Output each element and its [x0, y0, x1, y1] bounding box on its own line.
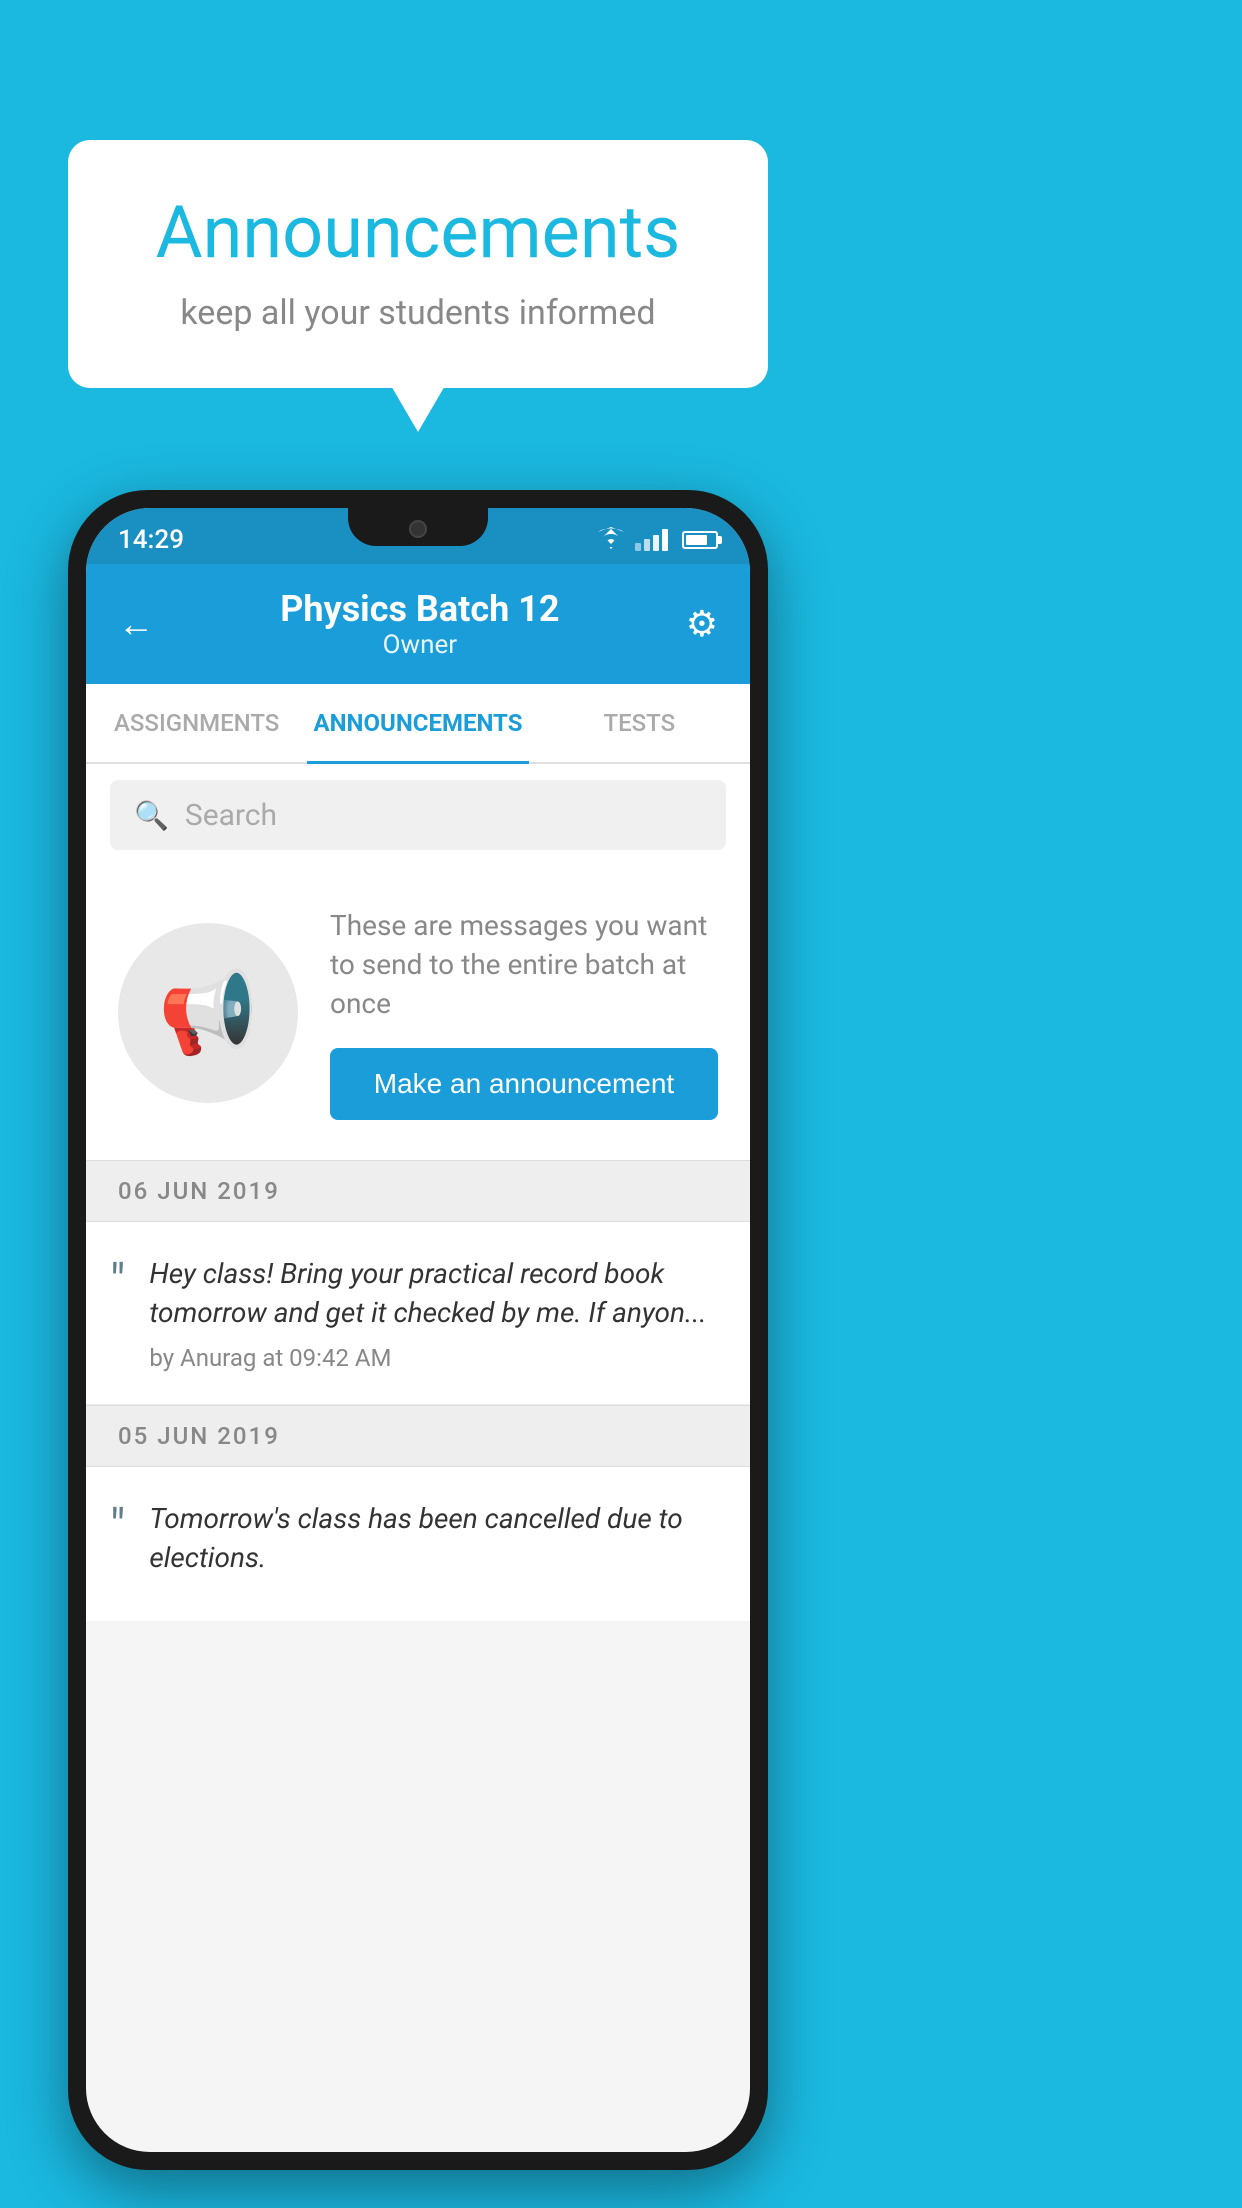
announcement-content-2: Tomorrow's class has been cancelled due … [149, 1499, 718, 1589]
status-time: 14:29 [118, 525, 184, 555]
megaphone-icon: 📢 [158, 966, 258, 1060]
announcement-text-1: Hey class! Bring your practical record b… [149, 1254, 718, 1332]
announcement-item-2[interactable]: " Tomorrow's class has been cancelled du… [86, 1467, 750, 1621]
phone-container: 14:29 [68, 490, 768, 2170]
megaphone-circle: 📢 [118, 923, 298, 1103]
search-bar-container: 🔍 Search [86, 764, 750, 866]
camera-dot [409, 520, 427, 538]
date-separator-2: 05 JUN 2019 [86, 1405, 750, 1467]
announcement-item-1[interactable]: " Hey class! Bring your practical record… [86, 1222, 750, 1405]
promo-right: These are messages you want to send to t… [330, 906, 718, 1120]
announcement-text-2: Tomorrow's class has been cancelled due … [149, 1499, 718, 1577]
make-announcement-button[interactable]: Make an announcement [330, 1048, 718, 1120]
promo-description: These are messages you want to send to t… [330, 906, 718, 1024]
tab-assignments[interactable]: ASSIGNMENTS [86, 684, 307, 762]
promo-card: 📢 These are messages you want to send to… [86, 866, 750, 1160]
settings-button[interactable]: ⚙ [686, 603, 718, 645]
quote-icon-1: " [110, 1258, 125, 1306]
back-button[interactable]: ← [118, 603, 154, 645]
tabs-bar: ASSIGNMENTS ANNOUNCEMENTS TESTS [86, 684, 750, 764]
signal-icon [635, 529, 668, 551]
status-icons [597, 527, 718, 553]
tab-announcements[interactable]: ANNOUNCEMENTS [307, 684, 528, 762]
battery-icon [682, 531, 718, 549]
notch [348, 508, 488, 546]
phone-screen: 14:29 [86, 508, 750, 2152]
speech-bubble: Announcements keep all your students inf… [68, 140, 768, 388]
search-bar[interactable]: 🔍 Search [110, 780, 726, 850]
date-separator-1: 06 JUN 2019 [86, 1160, 750, 1222]
speech-bubble-container: Announcements keep all your students inf… [68, 140, 768, 388]
bubble-subtitle: keep all your students informed [128, 293, 708, 333]
header-center: Physics Batch 12 Owner [280, 588, 559, 660]
tab-tests[interactable]: TESTS [529, 684, 750, 762]
announcement-content-1: Hey class! Bring your practical record b… [149, 1254, 718, 1372]
header-subtitle: Owner [280, 630, 559, 660]
bubble-title: Announcements [128, 190, 708, 275]
app-header: ← Physics Batch 12 Owner ⚙ [86, 564, 750, 684]
phone-body: 14:29 [68, 490, 768, 2170]
header-title: Physics Batch 12 [280, 588, 559, 630]
announcement-meta-1: by Anurag at 09:42 AM [149, 1344, 718, 1372]
wifi-icon [597, 527, 625, 553]
quote-icon-2: " [110, 1503, 125, 1551]
search-icon: 🔍 [134, 799, 169, 832]
search-input[interactable]: Search [185, 798, 277, 833]
